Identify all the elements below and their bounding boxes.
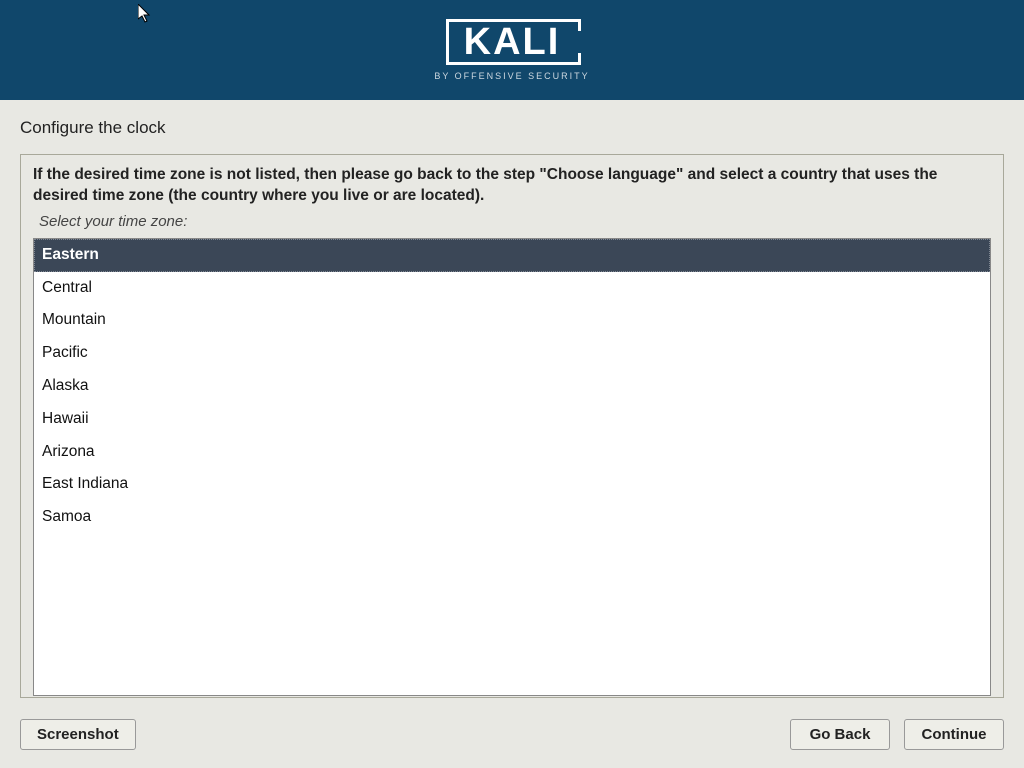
go-back-button[interactable]: Go Back <box>790 719 890 750</box>
timezone-option[interactable]: Alaska <box>34 370 990 403</box>
screenshot-button[interactable]: Screenshot <box>20 719 136 750</box>
timezone-option[interactable]: Mountain <box>34 304 990 337</box>
timezone-option[interactable]: Central <box>34 272 990 305</box>
timezone-option[interactable]: Eastern <box>34 239 990 272</box>
info-text: If the desired time zone is not listed, … <box>33 165 991 207</box>
logo-subtitle: BY OFFENSIVE SECURITY <box>434 71 589 81</box>
timezone-listbox[interactable]: EasternCentralMountainPacificAlaskaHawai… <box>33 238 991 696</box>
timezone-option[interactable]: Hawaii <box>34 403 990 436</box>
continue-button[interactable]: Continue <box>904 719 1004 750</box>
content-area: Configure the clock If the desired time … <box>0 100 1024 698</box>
timezone-option[interactable]: East Indiana <box>34 468 990 501</box>
timezone-option[interactable]: Pacific <box>34 337 990 370</box>
timezone-option[interactable]: Arizona <box>34 436 990 469</box>
kali-logo: KALI BY OFFENSIVE SECURITY <box>434 19 589 81</box>
section-title: Configure the clock <box>20 118 1004 138</box>
mouse-cursor-icon <box>138 4 154 24</box>
main-panel: If the desired time zone is not listed, … <box>20 154 1004 698</box>
header-banner: KALI BY OFFENSIVE SECURITY <box>0 0 1024 100</box>
footer-bar: Screenshot Go Back Continue <box>20 719 1004 750</box>
prompt-text: Select your time zone: <box>39 213 991 230</box>
timezone-option[interactable]: Samoa <box>34 501 990 534</box>
